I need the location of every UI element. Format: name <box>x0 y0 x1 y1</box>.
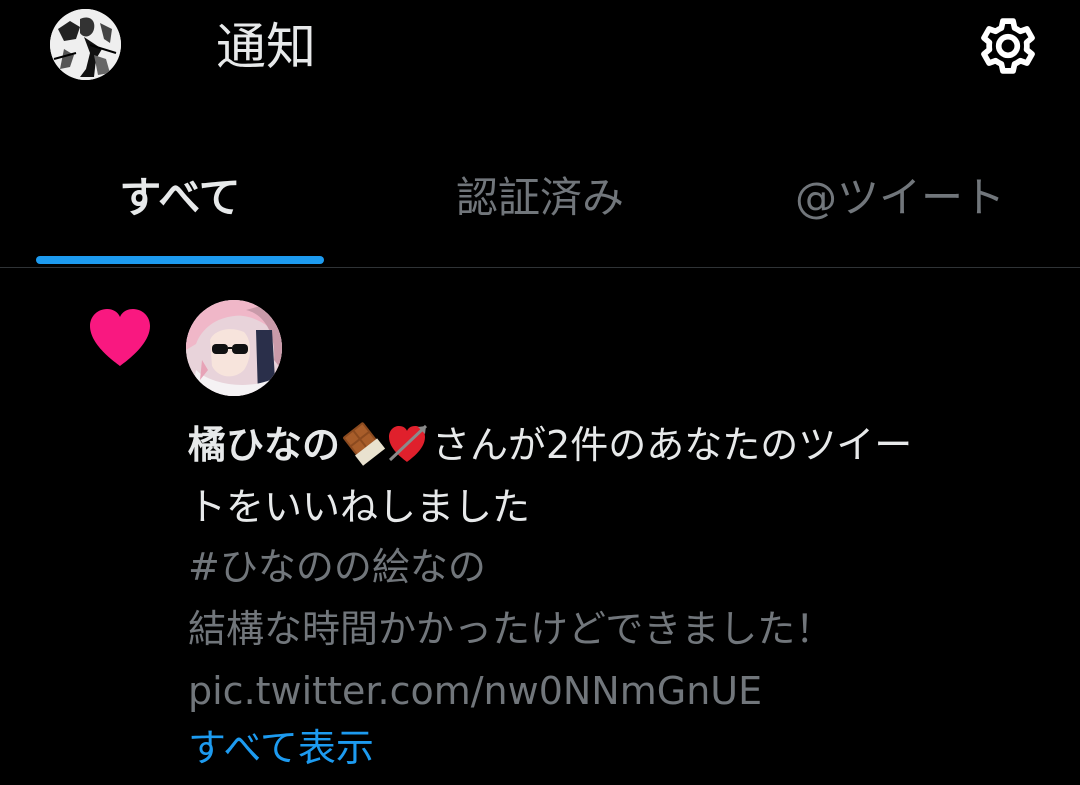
profile-avatar[interactable] <box>50 9 121 80</box>
notification-item[interactable]: 橘ひなの さんが2件のあなたのツイー トをいいねしました #ひなのの絵なの 結構… <box>0 268 1080 785</box>
tweet-text-line: 結構な時間かかったけどできました！ <box>188 607 834 651</box>
tab-mentions[interactable]: @ツイート <box>756 170 1044 226</box>
user-name[interactable]: 橘ひなの <box>188 423 340 467</box>
heart-with-arrow-emoji <box>386 420 432 466</box>
top-bar: 通知 <box>0 0 1080 110</box>
tab-all[interactable]: すべて <box>36 170 324 226</box>
gear-icon[interactable] <box>972 10 1044 82</box>
page-title: 通知 <box>216 18 316 76</box>
tweet-preview[interactable]: #ひなのの絵なの 結構な時間かかったけどできました！ pic.twitter.c… <box>188 536 1048 722</box>
chocolate-bar-emoji <box>340 420 386 466</box>
heart-icon <box>88 308 152 368</box>
notification-text-line2: トをいいねしました <box>188 485 531 529</box>
user-avatar[interactable] <box>186 300 282 396</box>
avatar-image <box>186 300 282 396</box>
tweet-link-line: pic.twitter.com/nw0NNmGnUE <box>188 669 763 713</box>
tab-verified[interactable]: 認証済み <box>396 170 684 226</box>
show-all-link[interactable]: すべて表示 <box>188 720 374 776</box>
notification-text-line1: さんが2件のあなたのツイー <box>432 423 913 467</box>
avatar-image <box>50 9 121 80</box>
notification-message: 橘ひなの さんが2件のあなたのツイー トをいいねしました <box>188 414 1028 538</box>
active-tab-indicator <box>36 256 324 264</box>
tweet-hashtag-line: #ひなのの絵なの <box>188 545 486 589</box>
notification-tabs: すべて 認証済み @ツイート <box>0 150 1080 268</box>
